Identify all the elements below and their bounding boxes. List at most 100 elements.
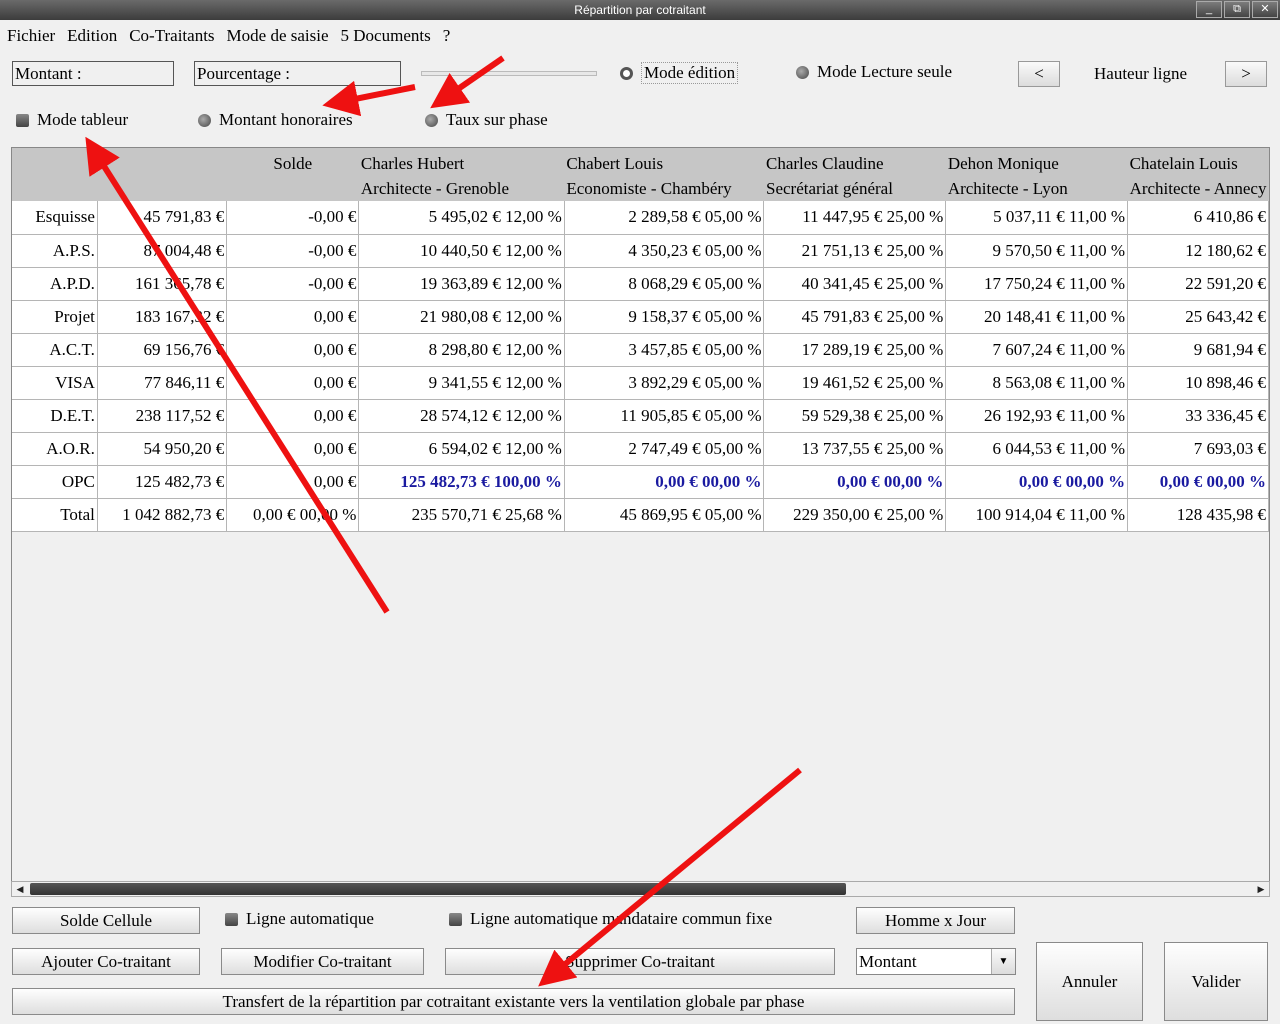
table-cell[interactable]: 17 289,19 € 25,00 %: [763, 333, 947, 367]
modifier-cotraitant-button[interactable]: Modifier Co-traitant: [221, 948, 424, 975]
table-cell[interactable]: 7 693,03 €: [1127, 432, 1269, 466]
table-cell[interactable]: 183 167,32 €: [97, 300, 228, 334]
supprimer-cotraitant-button[interactable]: Supprimer Co-traitant: [445, 948, 835, 975]
chevron-down-icon[interactable]: ▼: [991, 949, 1015, 974]
table-cell[interactable]: 8 298,80 € 12,00 %: [358, 333, 565, 367]
table-cell[interactable]: 0,00 €: [226, 432, 360, 466]
table-cell[interactable]: -0,00 €: [226, 234, 360, 268]
table-cell[interactable]: 229 350,00 € 25,00 %: [763, 498, 947, 532]
menu-documents[interactable]: 5 Documents: [341, 22, 431, 50]
horizontal-scrollbar[interactable]: ◀ ▶: [11, 881, 1270, 897]
montant-field[interactable]: Montant :: [12, 61, 174, 86]
table-cell[interactable]: 5 495,02 € 12,00 %: [358, 201, 565, 235]
table-cell[interactable]: 9 158,37 € 05,00 %: [564, 300, 765, 334]
table-cell[interactable]: 3 892,29 € 05,00 %: [564, 366, 765, 400]
annuler-button[interactable]: Annuler: [1036, 942, 1143, 1021]
table-cell[interactable]: 45 869,95 € 05,00 %: [564, 498, 765, 532]
table-cell[interactable]: 0,00 €: [226, 300, 360, 334]
table-cell[interactable]: 0,00 € 00,00 %: [564, 465, 765, 499]
check-ligne-automatique-mandataire[interactable]: Ligne automatique mandataire commun fixe: [449, 909, 772, 929]
table-cell[interactable]: 0,00 € 00,00 %: [763, 465, 947, 499]
table-cell[interactable]: 45 791,83 € 25,00 %: [763, 300, 947, 334]
maximize-icon[interactable]: ⧉: [1224, 1, 1250, 18]
table-cell[interactable]: 125 482,73 € 100,00 %: [358, 465, 565, 499]
table-cell[interactable]: 0,00 € 00,00 %: [226, 498, 360, 532]
table-cell[interactable]: 20 148,41 € 11,00 %: [945, 300, 1129, 334]
close-icon[interactable]: ✕: [1252, 1, 1278, 18]
table-cell[interactable]: 4 350,23 € 05,00 %: [564, 234, 765, 268]
table-cell[interactable]: 45 791,83 €: [97, 201, 228, 235]
table-cell[interactable]: 11 447,95 € 25,00 %: [763, 201, 947, 235]
table-cell[interactable]: -0,00 €: [226, 201, 360, 235]
table-cell[interactable]: 0,00 €: [226, 366, 360, 400]
table-cell[interactable]: -0,00 €: [226, 267, 360, 301]
table-cell[interactable]: 0,00 € 00,00 %: [1127, 465, 1269, 499]
table-cell[interactable]: 235 570,71 € 25,68 %: [358, 498, 565, 532]
check-mode-tableur[interactable]: Mode tableur: [16, 110, 128, 130]
minimize-icon[interactable]: _: [1196, 1, 1222, 18]
table-cell[interactable]: 69 156,76 €: [97, 333, 228, 367]
prev-button[interactable]: <: [1018, 61, 1060, 87]
ajouter-cotraitant-button[interactable]: Ajouter Co-traitant: [12, 948, 200, 975]
scroll-thumb[interactable]: [30, 883, 846, 895]
menu-edition[interactable]: Edition: [67, 22, 117, 50]
check-ligne-automatique[interactable]: Ligne automatique: [225, 909, 374, 929]
table-cell[interactable]: 19 461,52 € 25,00 %: [763, 366, 947, 400]
radio-mode-edition[interactable]: Mode édition: [620, 62, 739, 84]
table-cell[interactable]: 59 529,38 € 25,00 %: [763, 399, 947, 433]
table-cell[interactable]: 2 289,58 € 05,00 %: [564, 201, 765, 235]
radio-montant-honoraires[interactable]: Montant honoraires: [198, 110, 353, 130]
table-cell[interactable]: 33 336,45 €: [1127, 399, 1269, 433]
pourcentage-field[interactable]: Pourcentage :: [194, 61, 401, 86]
table-cell[interactable]: 1 042 882,73 €: [97, 498, 228, 532]
repartition-grid[interactable]: Solde Charles Hubert Architecte - Grenobl…: [11, 147, 1270, 897]
table-cell[interactable]: 6 044,53 € 11,00 %: [945, 432, 1129, 466]
table-cell[interactable]: 40 341,45 € 25,00 %: [763, 267, 947, 301]
scroll-right-icon[interactable]: ▶: [1253, 882, 1269, 896]
next-button[interactable]: >: [1225, 61, 1267, 87]
table-cell[interactable]: 161 365,78 €: [97, 267, 228, 301]
table-cell[interactable]: 8 068,29 € 05,00 %: [564, 267, 765, 301]
table-cell[interactable]: 87 004,48 €: [97, 234, 228, 268]
table-cell[interactable]: 9 341,55 € 12,00 %: [358, 366, 565, 400]
solde-cellule-button[interactable]: Solde Cellule: [12, 907, 200, 934]
table-cell[interactable]: 5 037,11 € 11,00 %: [945, 201, 1129, 235]
table-cell[interactable]: 17 750,24 € 11,00 %: [945, 267, 1129, 301]
unit-select[interactable]: Montant ▼: [856, 948, 1016, 975]
table-cell[interactable]: 19 363,89 € 12,00 %: [358, 267, 565, 301]
menu-co-traitants[interactable]: Co-Traitants: [129, 22, 214, 50]
table-cell[interactable]: 8 563,08 € 11,00 %: [945, 366, 1129, 400]
valider-button[interactable]: Valider: [1164, 942, 1268, 1021]
table-cell[interactable]: 10 898,46 €: [1127, 366, 1269, 400]
radio-taux-sur-phase[interactable]: Taux sur phase: [425, 110, 548, 130]
slider[interactable]: [421, 71, 597, 76]
table-cell[interactable]: 54 950,20 €: [97, 432, 228, 466]
table-cell[interactable]: 0,00 €: [226, 465, 360, 499]
table-cell[interactable]: 21 751,13 € 25,00 %: [763, 234, 947, 268]
radio-mode-lecture[interactable]: Mode Lecture seule: [796, 62, 952, 82]
table-cell[interactable]: 11 905,85 € 05,00 %: [564, 399, 765, 433]
menu-help[interactable]: ?: [443, 22, 451, 50]
table-cell[interactable]: 2 747,49 € 05,00 %: [564, 432, 765, 466]
menu-mode-de-saisie[interactable]: Mode de saisie: [227, 22, 329, 50]
table-cell[interactable]: 0,00 €: [226, 399, 360, 433]
table-cell[interactable]: 12 180,62 €: [1127, 234, 1269, 268]
table-cell[interactable]: 26 192,93 € 11,00 %: [945, 399, 1129, 433]
table-cell[interactable]: 21 980,08 € 12,00 %: [358, 300, 565, 334]
table-cell[interactable]: 28 574,12 € 12,00 %: [358, 399, 565, 433]
table-cell[interactable]: 125 482,73 €: [97, 465, 228, 499]
table-cell[interactable]: 3 457,85 € 05,00 %: [564, 333, 765, 367]
table-cell[interactable]: 6 410,86 €: [1127, 201, 1269, 235]
table-cell[interactable]: 10 440,50 € 12,00 %: [358, 234, 565, 268]
table-cell[interactable]: 100 914,04 € 11,00 %: [945, 498, 1129, 532]
table-cell[interactable]: 22 591,20 €: [1127, 267, 1269, 301]
table-cell[interactable]: 7 607,24 € 11,00 %: [945, 333, 1129, 367]
table-cell[interactable]: 0,00 € 00,00 %: [945, 465, 1129, 499]
table-cell[interactable]: 238 117,52 €: [97, 399, 228, 433]
scroll-left-icon[interactable]: ◀: [12, 882, 28, 896]
table-cell[interactable]: 128 435,98 €: [1127, 498, 1269, 532]
table-cell[interactable]: 6 594,02 € 12,00 %: [358, 432, 565, 466]
table-cell[interactable]: 77 846,11 €: [97, 366, 228, 400]
transfert-button[interactable]: Transfert de la répartition par cotraita…: [12, 988, 1015, 1015]
homme-jour-button[interactable]: Homme x Jour: [856, 907, 1015, 934]
